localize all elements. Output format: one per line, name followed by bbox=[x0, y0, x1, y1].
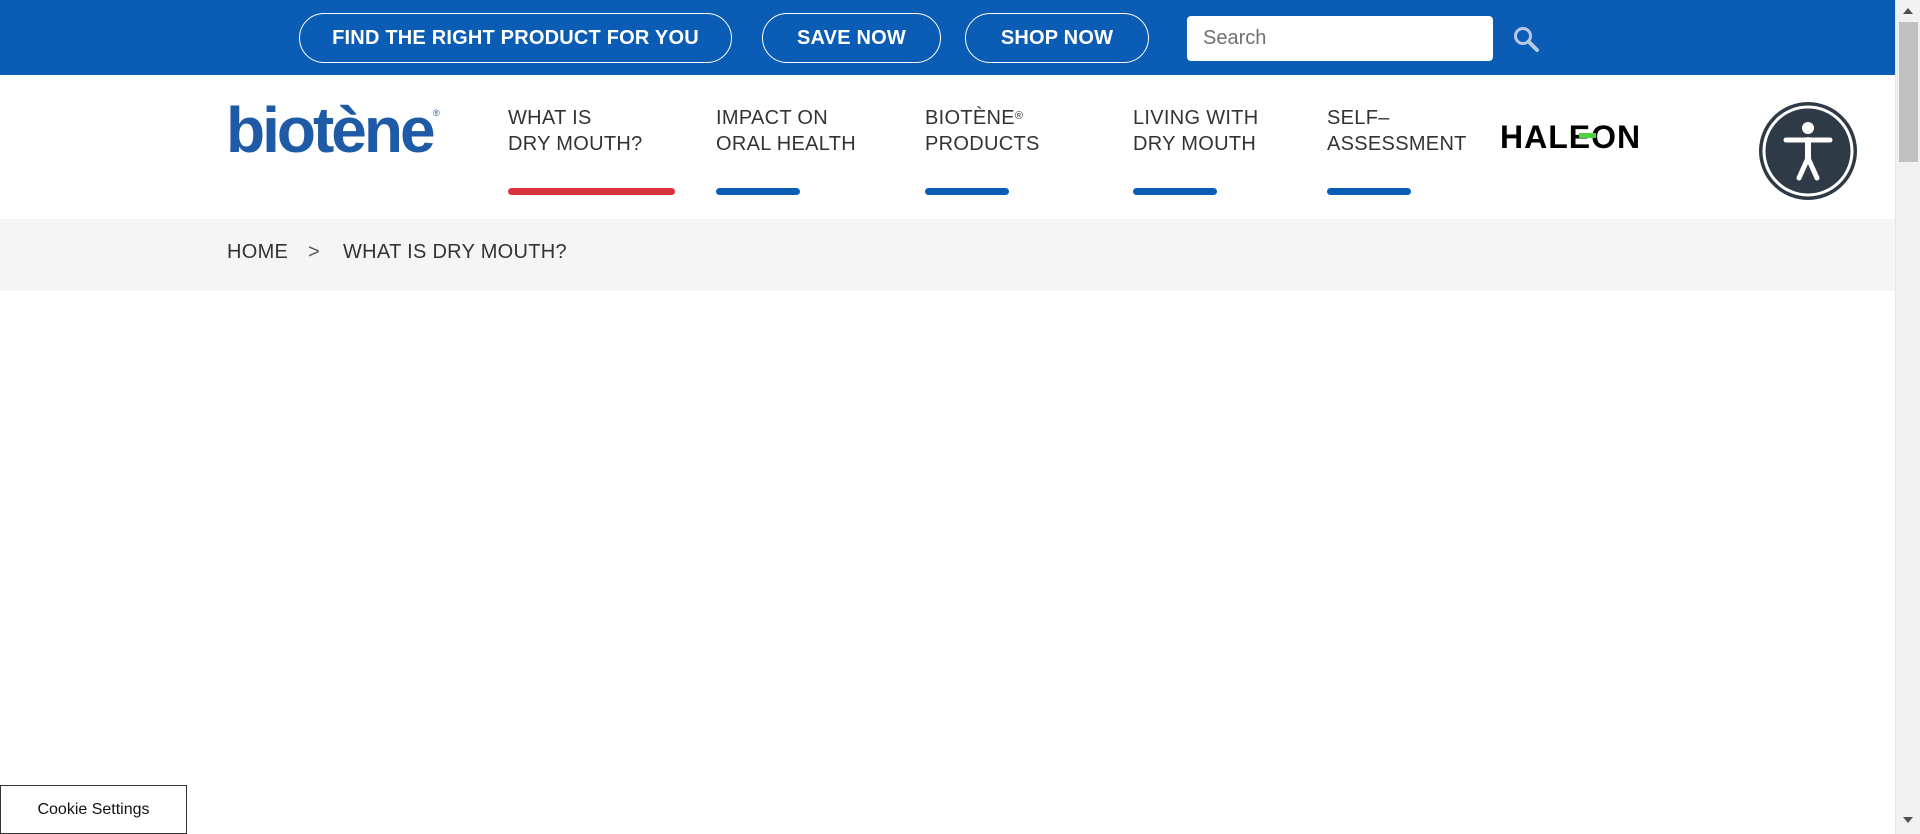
cookie-settings-button[interactable]: Cookie Settings bbox=[0, 785, 187, 834]
nav-label-products: PRODUCTS bbox=[925, 133, 1040, 155]
breadcrumb: HOME > WHAT IS DRY MOUTH? bbox=[0, 219, 1895, 291]
nav-underline bbox=[1133, 188, 1217, 195]
nav-label-biotene: BIOTÈNE bbox=[925, 107, 1015, 129]
accessibility-icon bbox=[1762, 105, 1854, 197]
scroll-up-arrow-icon[interactable] bbox=[1903, 8, 1913, 14]
nav-label-impact-on-oral-health: IMPACT ON ORAL HEALTH bbox=[716, 107, 856, 155]
search-icon[interactable] bbox=[1512, 25, 1540, 53]
find-product-button[interactable]: FIND THE RIGHT PRODUCT FOR YOU bbox=[299, 13, 732, 63]
breadcrumb-current: WHAT IS DRY MOUTH? bbox=[343, 241, 567, 263]
haleon-logo-text: HALEON bbox=[1500, 120, 1641, 152]
nav-label-living-with-dry-mouth: LIVING WITH DRY MOUTH bbox=[1133, 107, 1259, 155]
nav-living-with-dry-mouth[interactable]: LIVING WITH DRY MOUTH bbox=[1133, 105, 1259, 195]
page-viewport: FIND THE RIGHT PRODUCT FOR YOU SAVE NOW … bbox=[0, 0, 1895, 834]
top-utility-bar: FIND THE RIGHT PRODUCT FOR YOU SAVE NOW … bbox=[0, 0, 1895, 75]
nav-self-assessment[interactable]: SELF– ASSESSMENT bbox=[1327, 105, 1467, 195]
search-input[interactable] bbox=[1187, 16, 1493, 61]
scroll-down-arrow-icon[interactable] bbox=[1903, 817, 1913, 823]
haleon-logo[interactable]: HALEON bbox=[1500, 120, 1660, 152]
nav-label-biotene-products: BIOTÈNE® PRODUCTS bbox=[925, 105, 1040, 157]
nav-underline bbox=[716, 188, 800, 195]
nav-label-self-assessment: SELF– ASSESSMENT bbox=[1327, 107, 1467, 155]
breadcrumb-separator: > bbox=[308, 241, 320, 263]
nav-biotene-products[interactable]: BIOTÈNE® PRODUCTS bbox=[925, 105, 1040, 195]
nav-underline-active bbox=[508, 188, 675, 195]
nav-what-is-dry-mouth[interactable]: WHAT IS DRY MOUTH? bbox=[508, 105, 675, 195]
nav-underline bbox=[1327, 188, 1411, 195]
breadcrumb-home-link[interactable]: HOME bbox=[227, 241, 288, 264]
shop-now-button[interactable]: SHOP NOW bbox=[965, 13, 1149, 63]
scroll-thumb[interactable] bbox=[1899, 22, 1918, 162]
logo-text: biotène bbox=[226, 100, 434, 164]
registered-mark: ® bbox=[1014, 110, 1024, 122]
page-scrollbar[interactable] bbox=[1895, 0, 1920, 834]
nav-label-what-is-dry-mouth: WHAT IS DRY MOUTH? bbox=[508, 107, 643, 155]
save-now-button[interactable]: SAVE NOW bbox=[762, 13, 941, 63]
nav-underline bbox=[925, 188, 1009, 195]
accessibility-button[interactable] bbox=[1759, 102, 1857, 200]
site-header: biotène ® WHAT IS DRY MOUTH? IMPACT ON O… bbox=[0, 75, 1895, 219]
logo-registered-mark: ® bbox=[433, 108, 440, 118]
haleon-accent-bar bbox=[1579, 133, 1596, 138]
nav-impact-on-oral-health[interactable]: IMPACT ON ORAL HEALTH bbox=[716, 105, 856, 195]
biotene-logo[interactable]: biotène ® bbox=[226, 100, 442, 164]
